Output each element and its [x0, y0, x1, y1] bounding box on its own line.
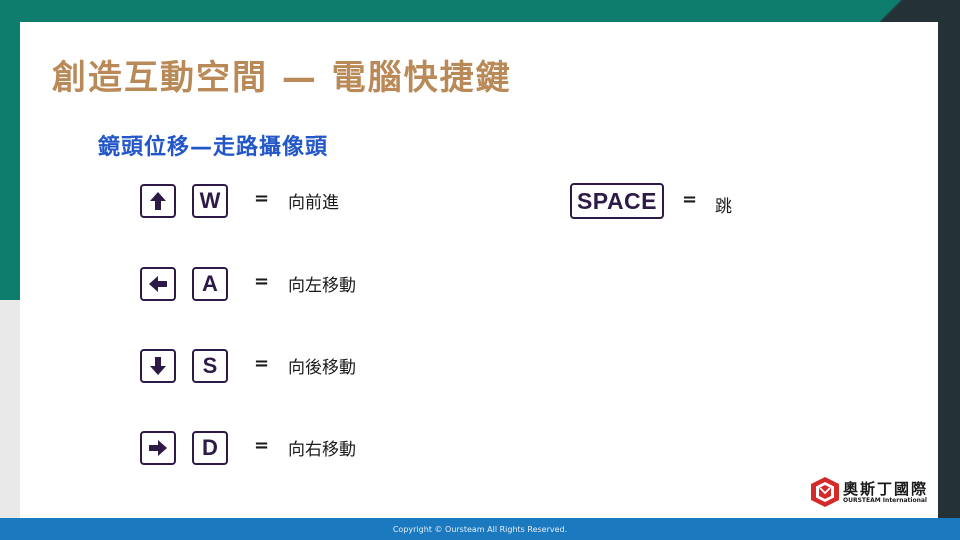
action-forward: 向前進 — [288, 193, 339, 213]
logo-name-en: OURSTEAM International — [843, 497, 927, 504]
up-arrow-icon — [150, 192, 166, 210]
left-arrow-icon — [149, 276, 167, 292]
right-arrow-key — [140, 431, 176, 465]
equals-sign: = — [254, 271, 270, 292]
down-arrow-icon — [150, 357, 166, 375]
slide-title: 創造互動空間 — 電腦快捷鍵 — [52, 58, 512, 98]
action-left: 向左移動 — [288, 276, 356, 296]
key-d: D — [192, 431, 228, 465]
action-backward: 向後移動 — [288, 358, 356, 378]
action-jump: 跳 — [715, 197, 732, 217]
key-space: SPACE — [570, 183, 664, 219]
equals-sign: = — [254, 188, 270, 209]
key-s: S — [192, 349, 228, 383]
slide-subtitle: 鏡頭位移—走路攝像頭 — [98, 135, 329, 160]
equals-sign: = — [254, 353, 270, 374]
footer-bar: Copyright © Oursteam All Rights Reserved… — [0, 518, 960, 540]
equals-sign: = — [682, 189, 698, 210]
equals-sign: = — [254, 435, 270, 456]
key-a: A — [192, 267, 228, 301]
up-arrow-key — [140, 184, 176, 218]
down-arrow-key — [140, 349, 176, 383]
key-w: W — [192, 184, 228, 218]
copyright-text: Copyright © Oursteam All Rights Reserved… — [392, 524, 568, 534]
logo-mark-icon — [811, 477, 839, 507]
logo-name-cn: 奧斯丁國際 — [843, 480, 929, 498]
right-arrow-icon — [149, 440, 167, 456]
company-logo: 奧斯丁國際 OURSTEAM International — [810, 474, 936, 510]
left-arrow-key — [140, 267, 176, 301]
action-right: 向右移動 — [288, 440, 356, 460]
